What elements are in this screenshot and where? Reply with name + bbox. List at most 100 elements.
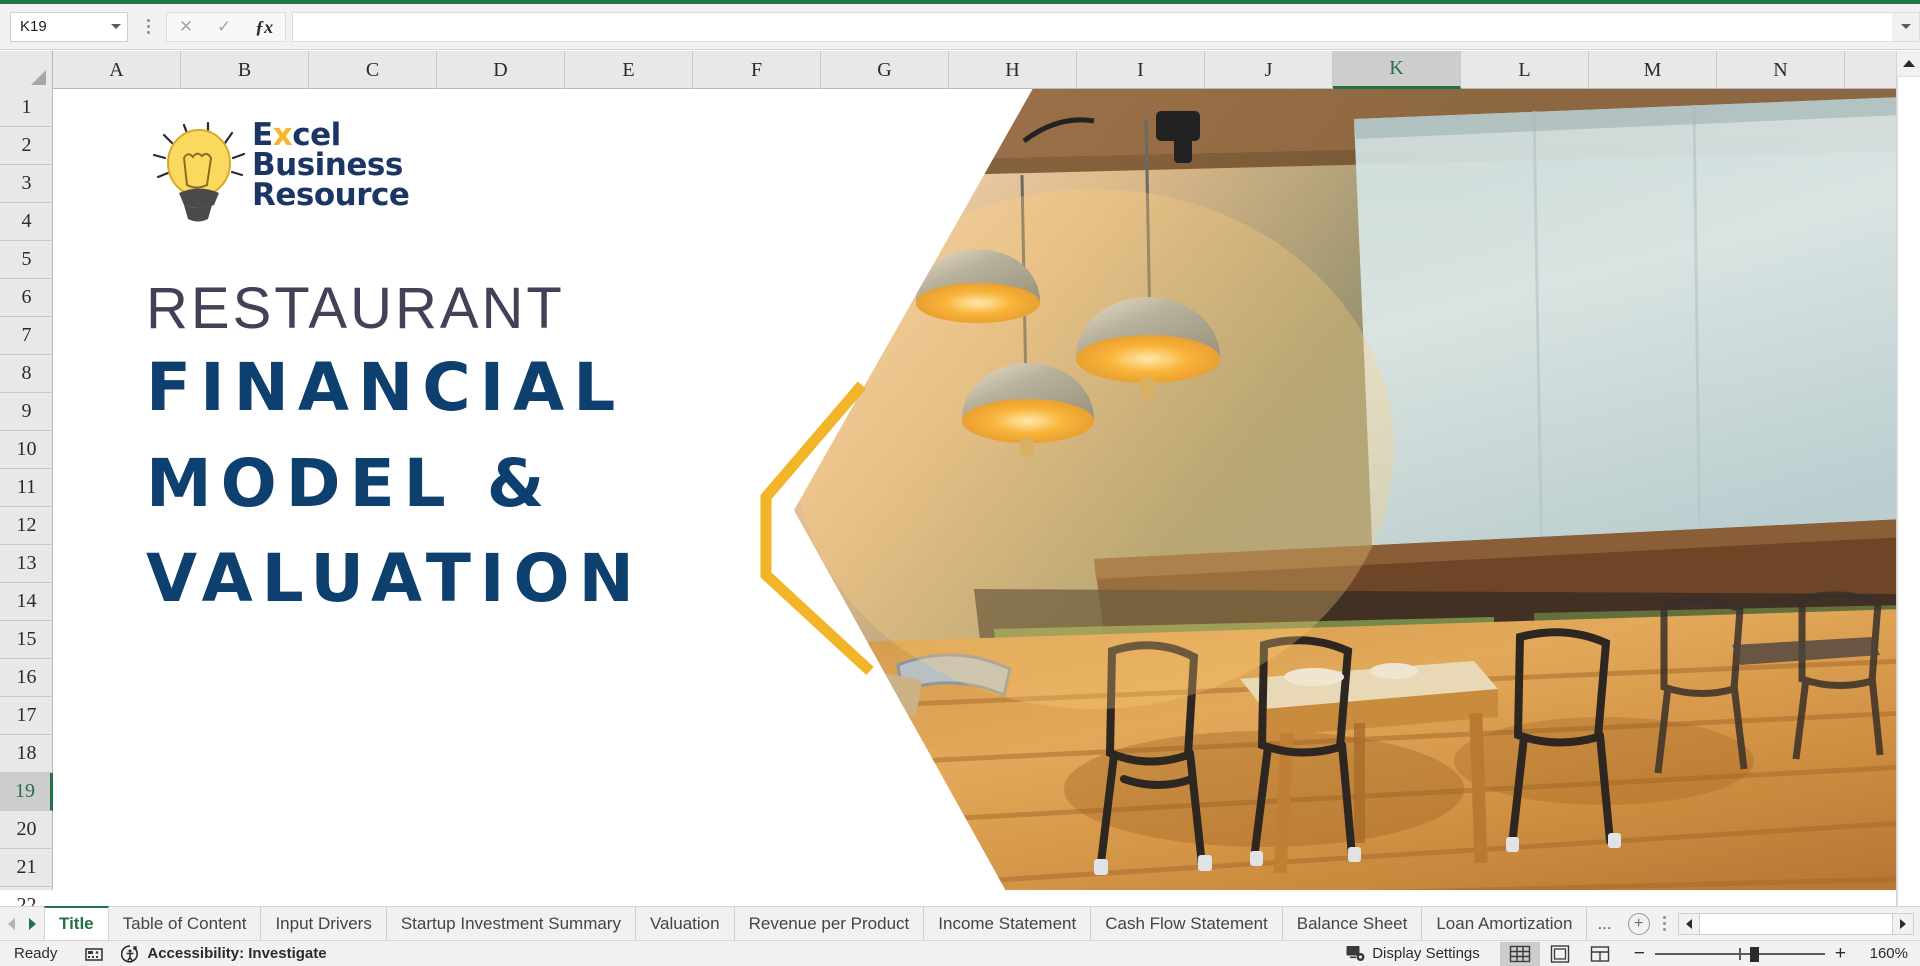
formula-input[interactable]: [292, 11, 1892, 42]
row-header-15[interactable]: 15: [0, 621, 53, 659]
sheet-tab-valuation[interactable]: Valuation: [635, 907, 735, 940]
column-header-l[interactable]: L: [1461, 51, 1589, 89]
hscroll-left-button[interactable]: [1677, 912, 1700, 935]
sheet-tab-title[interactable]: Title: [44, 906, 109, 940]
column-header-k[interactable]: K: [1333, 51, 1461, 89]
column-header-m[interactable]: M: [1589, 51, 1717, 89]
chevron-right-icon: [1900, 918, 1906, 929]
row-header-4[interactable]: 4: [0, 203, 53, 241]
horizontal-scrollbar[interactable]: [1677, 912, 1914, 935]
zoom-in-button[interactable]: +: [1835, 943, 1846, 965]
row-header-12[interactable]: 12: [0, 507, 53, 545]
worksheet-grid[interactable]: Excel Business Resource RESTAURANT FINAN…: [54, 89, 1900, 890]
column-header-d[interactable]: D: [437, 51, 565, 89]
normal-view-button[interactable]: [1499, 941, 1540, 966]
select-all-button[interactable]: [0, 51, 53, 89]
row-header-5[interactable]: 5: [0, 241, 53, 279]
row-header-8[interactable]: 8: [0, 355, 53, 393]
horizontal-scroll-track[interactable]: [1699, 912, 1892, 935]
sheet-tab-balance-sheet[interactable]: Balance Sheet: [1282, 907, 1423, 940]
logo-wordmark: Excel Business Resource: [252, 120, 410, 213]
vertical-scroll-track[interactable]: [1897, 76, 1920, 906]
hscroll-right-button[interactable]: [1892, 912, 1914, 935]
sheet-tab-loan-amortization[interactable]: Loan Amortization: [1422, 907, 1588, 940]
column-header-b[interactable]: B: [181, 51, 309, 89]
zoom-slider-handle[interactable]: [1749, 946, 1759, 962]
zoom-level-label[interactable]: 160%: [1856, 945, 1908, 962]
row-header-9[interactable]: 9: [0, 393, 53, 431]
chevron-accent-shape: [760, 381, 874, 676]
check-icon[interactable]: ✓: [217, 18, 231, 35]
column-header-e[interactable]: E: [565, 51, 693, 89]
column-header-i[interactable]: I: [1077, 51, 1205, 89]
row-header-13[interactable]: 13: [0, 545, 53, 583]
sheet-tabs-overflow[interactable]: ...: [1587, 907, 1621, 940]
row-header-1[interactable]: 1: [0, 89, 53, 127]
sheet-tab-bar: Title Table of Content Input Drivers Startu…: [0, 906, 1920, 940]
column-header-f[interactable]: F: [693, 51, 821, 89]
column-header-h[interactable]: H: [949, 51, 1077, 89]
sheet-tab-input-drivers[interactable]: Input Drivers: [261, 907, 387, 940]
chevron-down-icon: [1900, 24, 1911, 29]
zoom-out-button[interactable]: −: [1634, 943, 1645, 965]
add-sheet-button[interactable]: +: [1622, 907, 1656, 940]
sheet-tab-startup-investment-summary[interactable]: Startup Investment Summary: [386, 907, 636, 940]
sheet-nav-arrows: [0, 907, 44, 940]
page-break-preview-button[interactable]: [1580, 942, 1620, 966]
row-header-7[interactable]: 7: [0, 317, 53, 355]
row-header-strip: 1 2 3 4 5 6 7 8 9 10 11 12 13 14 15 16 17 18 19 20 21 22: [0, 89, 53, 925]
restaurant-interior-photo: [794, 89, 1900, 890]
title-line-3: VALUATION: [146, 540, 643, 618]
row-header-17[interactable]: 17: [0, 697, 53, 735]
column-header-g[interactable]: G: [821, 51, 949, 89]
fx-icon[interactable]: ƒx: [255, 18, 273, 36]
chevron-down-icon[interactable]: [111, 24, 121, 29]
record-macro-icon[interactable]: [85, 946, 104, 962]
formula-bar-options-kebab[interactable]: [136, 12, 160, 42]
plus-icon: +: [1627, 912, 1650, 935]
row-header-2[interactable]: 2: [0, 127, 53, 165]
column-header-j[interactable]: J: [1205, 51, 1333, 89]
row-header-14[interactable]: 14: [0, 583, 53, 621]
accessibility-status[interactable]: Accessibility: Investigate: [121, 944, 327, 963]
page-layout-view-button[interactable]: [1540, 942, 1580, 966]
name-box[interactable]: K19: [10, 11, 128, 42]
formula-bar-buttons: ✕ ✓ ƒx: [166, 11, 286, 42]
row-header-10[interactable]: 10: [0, 431, 53, 469]
nav-prev-icon[interactable]: [8, 917, 15, 930]
status-mode-label: Ready: [14, 945, 58, 962]
sheet-tab-table-of-content[interactable]: Table of Content: [108, 907, 262, 940]
row-header-11[interactable]: 11: [0, 469, 53, 507]
sheet-tab-cash-flow-statement[interactable]: Cash Flow Statement: [1091, 907, 1283, 940]
chevron-up-icon: [1903, 59, 1915, 67]
row-header-3[interactable]: 3: [0, 165, 53, 203]
formula-bar-row: K19 ✕ ✓ ƒx: [0, 4, 1920, 50]
page-break-preview-icon: [1590, 945, 1609, 962]
nav-next-icon[interactable]: [29, 917, 36, 930]
expand-formula-bar-button[interactable]: [1892, 11, 1920, 42]
sheet-tab-revenue-per-product[interactable]: Revenue per Product: [734, 907, 925, 940]
status-bar: Ready Accessibility: Investigate Display…: [0, 940, 1920, 966]
zoom-slider[interactable]: [1654, 946, 1825, 962]
status-bar-right: Display Settings − + 160%: [1346, 941, 1920, 966]
row-header-6[interactable]: 6: [0, 279, 53, 317]
slide-title-block: RESTAURANT FINANCIAL MODEL & VALUATION: [146, 278, 643, 627]
row-header-16[interactable]: 16: [0, 659, 53, 697]
scroll-up-button[interactable]: [1897, 51, 1920, 75]
excel-window: K19 ✕ ✓ ƒx ABCDEFGHIJKLMN 1 2 3 4 5 6 7 8 9 10 11 1…: [0, 0, 1920, 966]
logo-line-resource: Resource: [252, 176, 410, 213]
sheet-tab-income-statement[interactable]: Income Statement: [924, 907, 1092, 940]
display-settings-icon: [1346, 946, 1365, 961]
vertical-scrollbar[interactable]: [1896, 51, 1920, 906]
display-settings-button[interactable]: Display Settings: [1346, 945, 1480, 962]
close-icon[interactable]: ✕: [179, 18, 193, 35]
column-header-c[interactable]: C: [309, 51, 437, 89]
column-header-n[interactable]: N: [1717, 51, 1845, 89]
row-header-19[interactable]: 19: [0, 773, 53, 811]
column-header-a[interactable]: A: [53, 51, 181, 89]
row-header-21[interactable]: 21: [0, 849, 53, 887]
row-header-18[interactable]: 18: [0, 735, 53, 773]
sheet-tabs: Title Table of Content Input Drivers Startu…: [44, 906, 1588, 940]
sheet-tab-options-kebab[interactable]: [1656, 907, 1674, 940]
row-header-20[interactable]: 20: [0, 811, 53, 849]
